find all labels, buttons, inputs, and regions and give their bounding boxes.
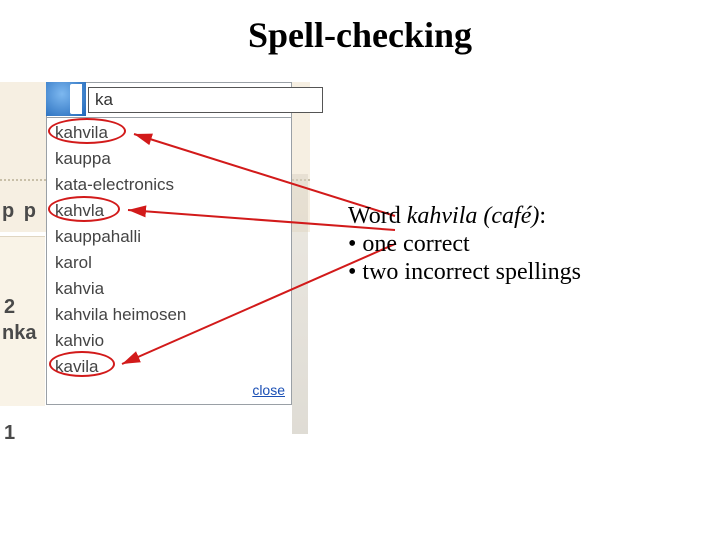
annotation-word: kahvila <box>407 203 478 229</box>
suggestion-item[interactable]: kata-electronics <box>55 172 287 198</box>
annotation-bullet-1: • one correct <box>348 230 581 258</box>
go-button[interactable] <box>46 82 86 116</box>
close-link[interactable]: close <box>252 382 285 398</box>
suggestion-item[interactable]: kauppahalli <box>55 224 287 250</box>
autocomplete-dropdown: kahvila kauppa kata-electronics kahvla k… <box>46 82 292 405</box>
suggestion-item[interactable]: kavila <box>55 354 287 380</box>
suggestion-item[interactable]: karol <box>55 250 287 276</box>
bg-image-sliver <box>292 174 308 434</box>
bg-text-2: 2 <box>4 296 15 319</box>
annotation-colon: : <box>539 203 546 229</box>
search-row <box>47 83 291 118</box>
search-input[interactable] <box>88 87 323 113</box>
annotation-prefix: Word <box>348 203 407 229</box>
bg-text-pp: p p <box>2 200 38 223</box>
suggestion-item[interactable]: kahvla <box>55 198 287 224</box>
bg-strip-mid <box>0 236 45 406</box>
suggestion-item[interactable]: kahvio <box>55 328 287 354</box>
annotation-bullet-2: • two incorrect spellings <box>348 258 581 286</box>
annotation-text: Word kahvila (café): • one correct • two… <box>348 202 581 286</box>
suggestion-list: kahvila kauppa kata-electronics kahvla k… <box>47 118 291 382</box>
annotation-gloss: (café) <box>477 203 539 229</box>
suggestion-item[interactable]: kahvila <box>55 120 287 146</box>
stage: p p 2 nka 1 kahvila kauppa kata-electron… <box>0 74 720 544</box>
close-row: close <box>47 382 291 404</box>
suggestion-item[interactable]: kahvia <box>55 276 287 302</box>
bg-text-nka: nka <box>2 322 36 345</box>
suggestion-item[interactable]: kauppa <box>55 146 287 172</box>
bg-text-1: 1 <box>4 422 15 445</box>
annotation-line-1: Word kahvila (café): <box>348 202 581 230</box>
suggestion-item[interactable]: kahvila heimosen <box>55 302 287 328</box>
page-title: Spell-checking <box>0 0 720 74</box>
